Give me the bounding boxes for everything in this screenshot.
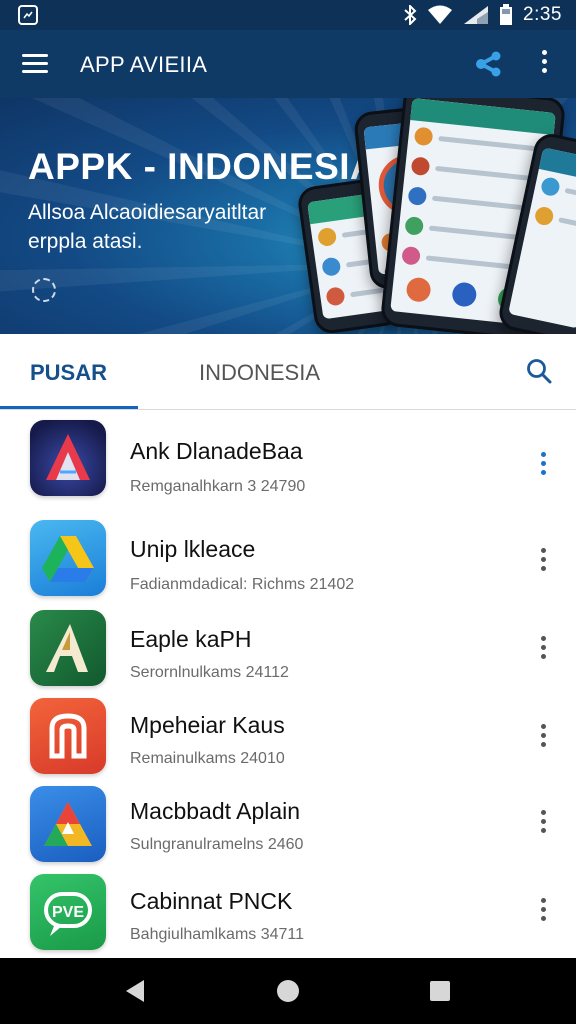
back-icon[interactable]	[126, 980, 144, 1002]
tab-indicator	[0, 406, 138, 409]
app-name: Unip lkleace	[130, 536, 256, 562]
app-meta: Remganalhkarn 3 24790	[130, 478, 306, 495]
app-title: APP AVIEIIA	[80, 52, 208, 77]
app-name: Macbbadt Aplain	[130, 798, 301, 824]
status-icons: 2:35	[403, 4, 562, 26]
app-meta: Bahgiulhamlkams 34711	[130, 926, 305, 943]
navigation-bar	[0, 958, 576, 1024]
orange-n-icon	[30, 698, 106, 774]
app-meta: Fadianmdadical: Richms 21402	[130, 576, 355, 593]
signal-icon	[464, 6, 489, 24]
app-name: Eaple kaPH	[130, 626, 252, 652]
app-meta: Serornlnulkams 24112	[130, 664, 289, 681]
hero-banner: APPK - INDONESIA Allsoa Alcaoidiesaryait…	[0, 98, 576, 334]
battery-icon	[500, 4, 513, 25]
red-blue-a-icon	[30, 420, 106, 496]
status-bar: 2:35	[0, 0, 576, 30]
app-name: Cabinnat PNCK	[130, 888, 293, 914]
app-name: Ank DlanadeBaa	[130, 438, 303, 464]
tab-bar: PUSAR INDONESIA	[0, 334, 576, 410]
more-options-icon[interactable]	[537, 452, 549, 476]
share-icon[interactable]	[474, 50, 502, 78]
svg-text:PVE: PVE	[52, 904, 84, 921]
more-options-icon[interactable]	[537, 810, 549, 834]
recent-apps-icon[interactable]	[430, 981, 450, 1001]
search-icon[interactable]	[526, 358, 552, 384]
list-item[interactable]: Ank DlanadeBaa Remganalhkarn 3 24790	[0, 416, 576, 504]
more-options-icon[interactable]	[537, 636, 549, 660]
tab-pusar[interactable]: PUSAR	[30, 360, 107, 386]
drive-icon	[30, 520, 106, 596]
screen: 2:35 APP AVIEIIA APPK - INDONESIA Allsoa…	[0, 0, 576, 1024]
hero-title: APPK - INDONESIA	[28, 146, 378, 187]
app-meta: Sulngranulramelns 2460	[130, 836, 304, 853]
app-bar: APP AVIEIIA	[0, 30, 576, 98]
app-name: Mpeheiar Kaus	[130, 712, 285, 738]
hero-subtitle-line1: Allsoa Alcaoidiesaryaitltar	[28, 201, 267, 224]
menu-icon[interactable]	[22, 54, 48, 74]
bluetooth-icon	[404, 5, 417, 25]
loading-icon	[32, 278, 56, 302]
more-options-icon[interactable]	[537, 548, 549, 572]
photo-icon	[18, 5, 38, 25]
more-vert-icon[interactable]	[536, 50, 552, 78]
list-item[interactable]: Mpeheiar Kaus Remainulkams 24010	[0, 694, 576, 782]
list-item[interactable]: PVE Cabinnat PNCK Bahgiulhamlkams 34711	[0, 870, 576, 958]
green-chat-icon: PVE	[30, 874, 106, 950]
status-time: 2:35	[523, 4, 562, 25]
tab-indonesia[interactable]: INDONESIA	[199, 360, 320, 386]
list-item[interactable]: Unip lkleace Fadianmdadical: Richms 2140…	[0, 518, 576, 606]
more-options-icon[interactable]	[537, 898, 549, 922]
more-options-icon[interactable]	[537, 724, 549, 748]
list-item[interactable]: Eaple kaPH Serornlnulkams 24112	[0, 606, 576, 694]
green-a-icon	[30, 610, 106, 686]
list-item[interactable]: Macbbadt Aplain Sulngranulramelns 2460	[0, 782, 576, 870]
wifi-icon	[428, 5, 453, 24]
blue-a-icon	[30, 786, 106, 862]
app-meta: Remainulkams 24010	[130, 750, 285, 767]
home-icon[interactable]	[277, 980, 299, 1002]
hero-subtitle-line2: erppla atasi.	[28, 230, 143, 253]
